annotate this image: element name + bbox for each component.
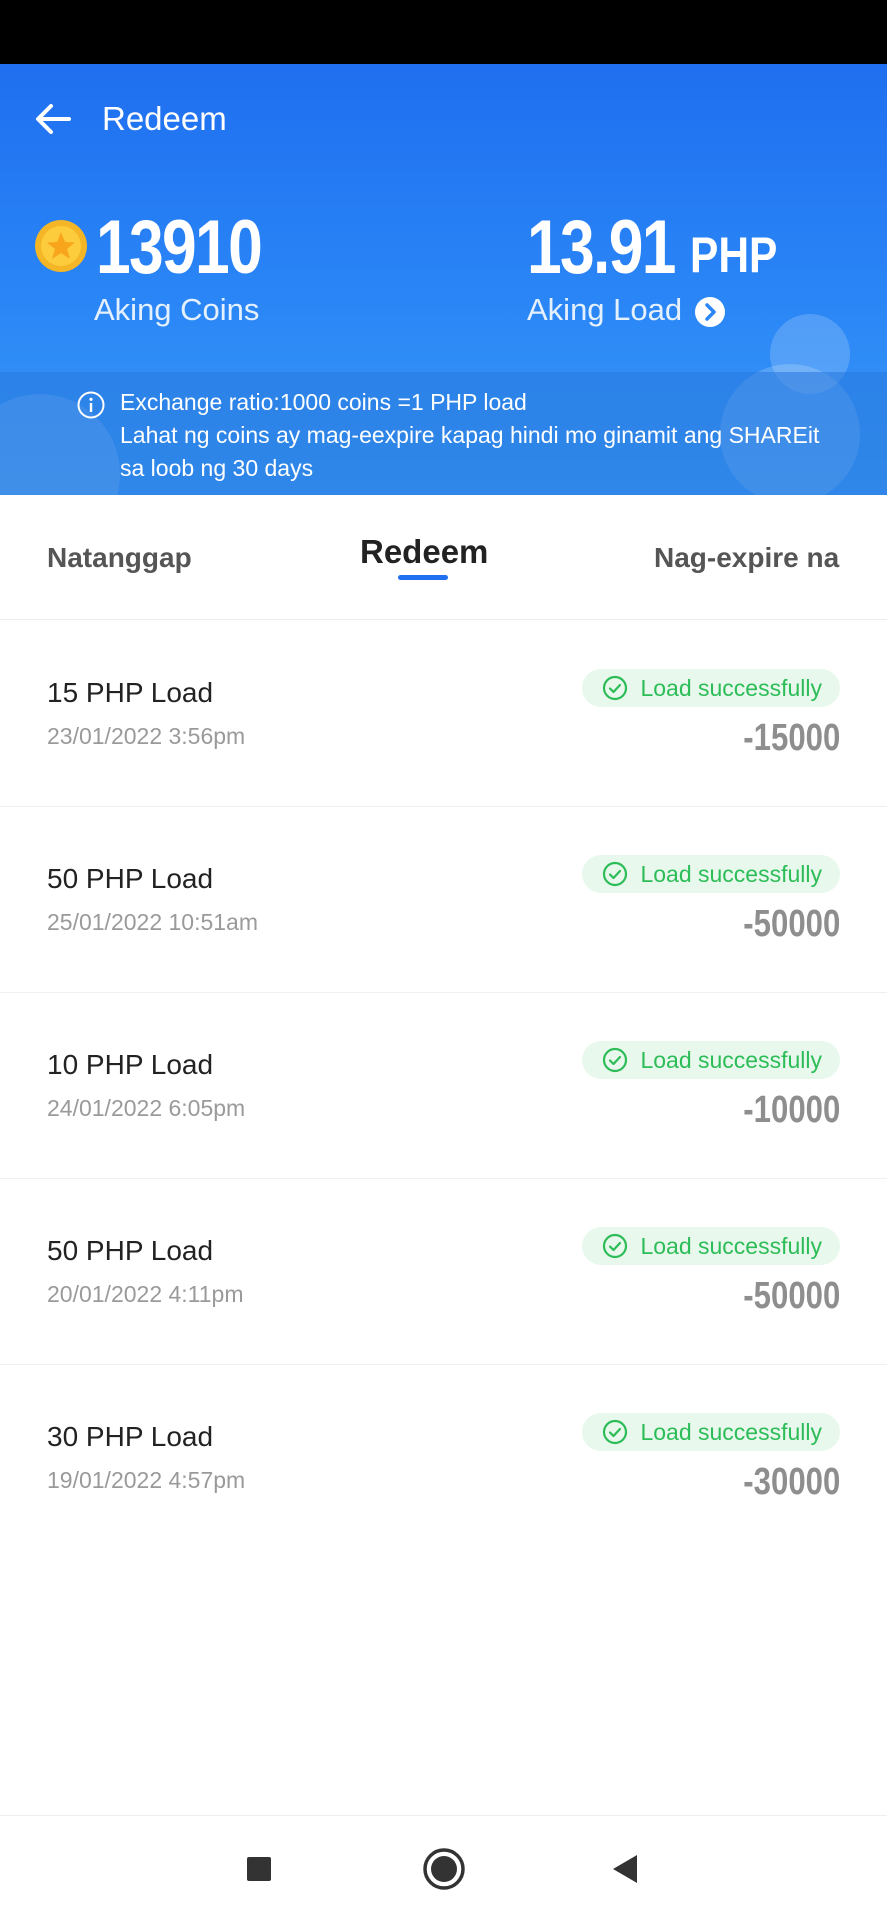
page-title: Redeem	[102, 100, 227, 137]
item-amount: -30000	[742, 1461, 840, 1503]
check-circle-icon	[603, 1047, 628, 1073]
header: Redeem 13910 Aking Coins 13.91 PHP Aking…	[0, 64, 887, 495]
status-text: Load successfully	[640, 1418, 822, 1445]
info-banner: Exchange ratio:1000 coins =1 PHP load La…	[0, 372, 887, 495]
tab-bar: Natanggap Redeem Nag-expire na	[0, 495, 887, 620]
tab-redeem[interactable]: Redeem	[360, 489, 488, 614]
coins-balance: 13910	[96, 205, 263, 290]
check-circle-icon	[603, 1419, 628, 1445]
status-badge: Load successfully	[582, 855, 840, 893]
status-bar	[0, 0, 887, 64]
expiry-notice-text: Lahat ng coins ay mag-eexpire kapag hind…	[120, 422, 820, 481]
tab-nag-expire-na[interactable]: Nag-expire na	[654, 495, 839, 620]
check-circle-icon	[603, 675, 628, 701]
item-date: 25/01/2022 10:51am	[47, 909, 259, 935]
status-badge: Load successfully	[582, 1227, 840, 1265]
top-app-bar: Redeem	[0, 64, 887, 176]
check-circle-icon	[603, 1233, 628, 1259]
item-date: 20/01/2022 4:11pm	[47, 1281, 244, 1307]
list-item[interactable]: 50 PHP Load 20/01/2022 4:11pm Load succe…	[0, 1179, 887, 1365]
system-nav-bar	[0, 1815, 887, 1920]
item-date: 24/01/2022 6:05pm	[47, 1095, 246, 1121]
item-title: 50 PHP Load	[47, 863, 214, 894]
load-balance: 13.91	[527, 205, 676, 290]
back-button[interactable]	[28, 94, 78, 144]
item-title: 30 PHP Load	[47, 1421, 214, 1452]
square-icon	[247, 1857, 271, 1881]
status-badge: Load successfully	[582, 669, 840, 707]
list-item[interactable]: 15 PHP Load 23/01/2022 3:56pm Load succe…	[0, 621, 887, 807]
status-text: Load successfully	[640, 674, 822, 701]
triangle-back-icon	[613, 1855, 637, 1883]
home-button[interactable]	[409, 1834, 479, 1904]
item-date: 23/01/2022 3:56pm	[47, 723, 246, 749]
load-label[interactable]: Aking Load	[527, 292, 682, 328]
tab-natanggap[interactable]: Natanggap	[47, 495, 192, 620]
coin-icon	[35, 220, 87, 272]
list-item[interactable]: 10 PHP Load 24/01/2022 6:05pm Load succe…	[0, 993, 887, 1179]
active-tab-indicator	[398, 575, 448, 580]
chevron-right-circle-icon[interactable]	[694, 296, 726, 328]
list-item[interactable]: 30 PHP Load 19/01/2022 4:57pm Load succe…	[0, 1365, 887, 1551]
item-title: 15 PHP Load	[47, 677, 214, 708]
home-circle-icon	[423, 1848, 465, 1890]
status-badge: Load successfully	[582, 1413, 840, 1451]
recents-button[interactable]	[224, 1834, 294, 1904]
item-amount: -10000	[742, 1089, 840, 1131]
status-text: Load successfully	[640, 1046, 822, 1073]
back-arrow-icon	[36, 104, 71, 134]
item-amount: -50000	[742, 1275, 840, 1317]
load-unit: PHP	[690, 227, 778, 283]
list-item[interactable]: 50 PHP Load 25/01/2022 10:51am Load succ…	[0, 807, 887, 993]
item-title: 10 PHP Load	[47, 1049, 214, 1080]
info-text: Exchange ratio:1000 coins =1 PHP load La…	[120, 386, 840, 485]
item-amount: -15000	[742, 717, 840, 759]
item-amount: -50000	[742, 903, 840, 945]
check-circle-icon	[603, 861, 628, 887]
back-nav-button[interactable]	[590, 1834, 660, 1904]
transaction-list: 15 PHP Load 23/01/2022 3:56pm Load succe…	[0, 621, 887, 1551]
info-icon	[77, 391, 105, 419]
item-date: 19/01/2022 4:57pm	[47, 1467, 246, 1493]
status-text: Load successfully	[640, 1232, 822, 1259]
coins-label: Aking Coins	[94, 292, 260, 327]
item-title: 50 PHP Load	[47, 1235, 214, 1266]
exchange-ratio-text: Exchange ratio:1000 coins =1 PHP load	[120, 389, 527, 415]
status-text: Load successfully	[640, 860, 822, 887]
status-badge: Load successfully	[582, 1041, 840, 1079]
